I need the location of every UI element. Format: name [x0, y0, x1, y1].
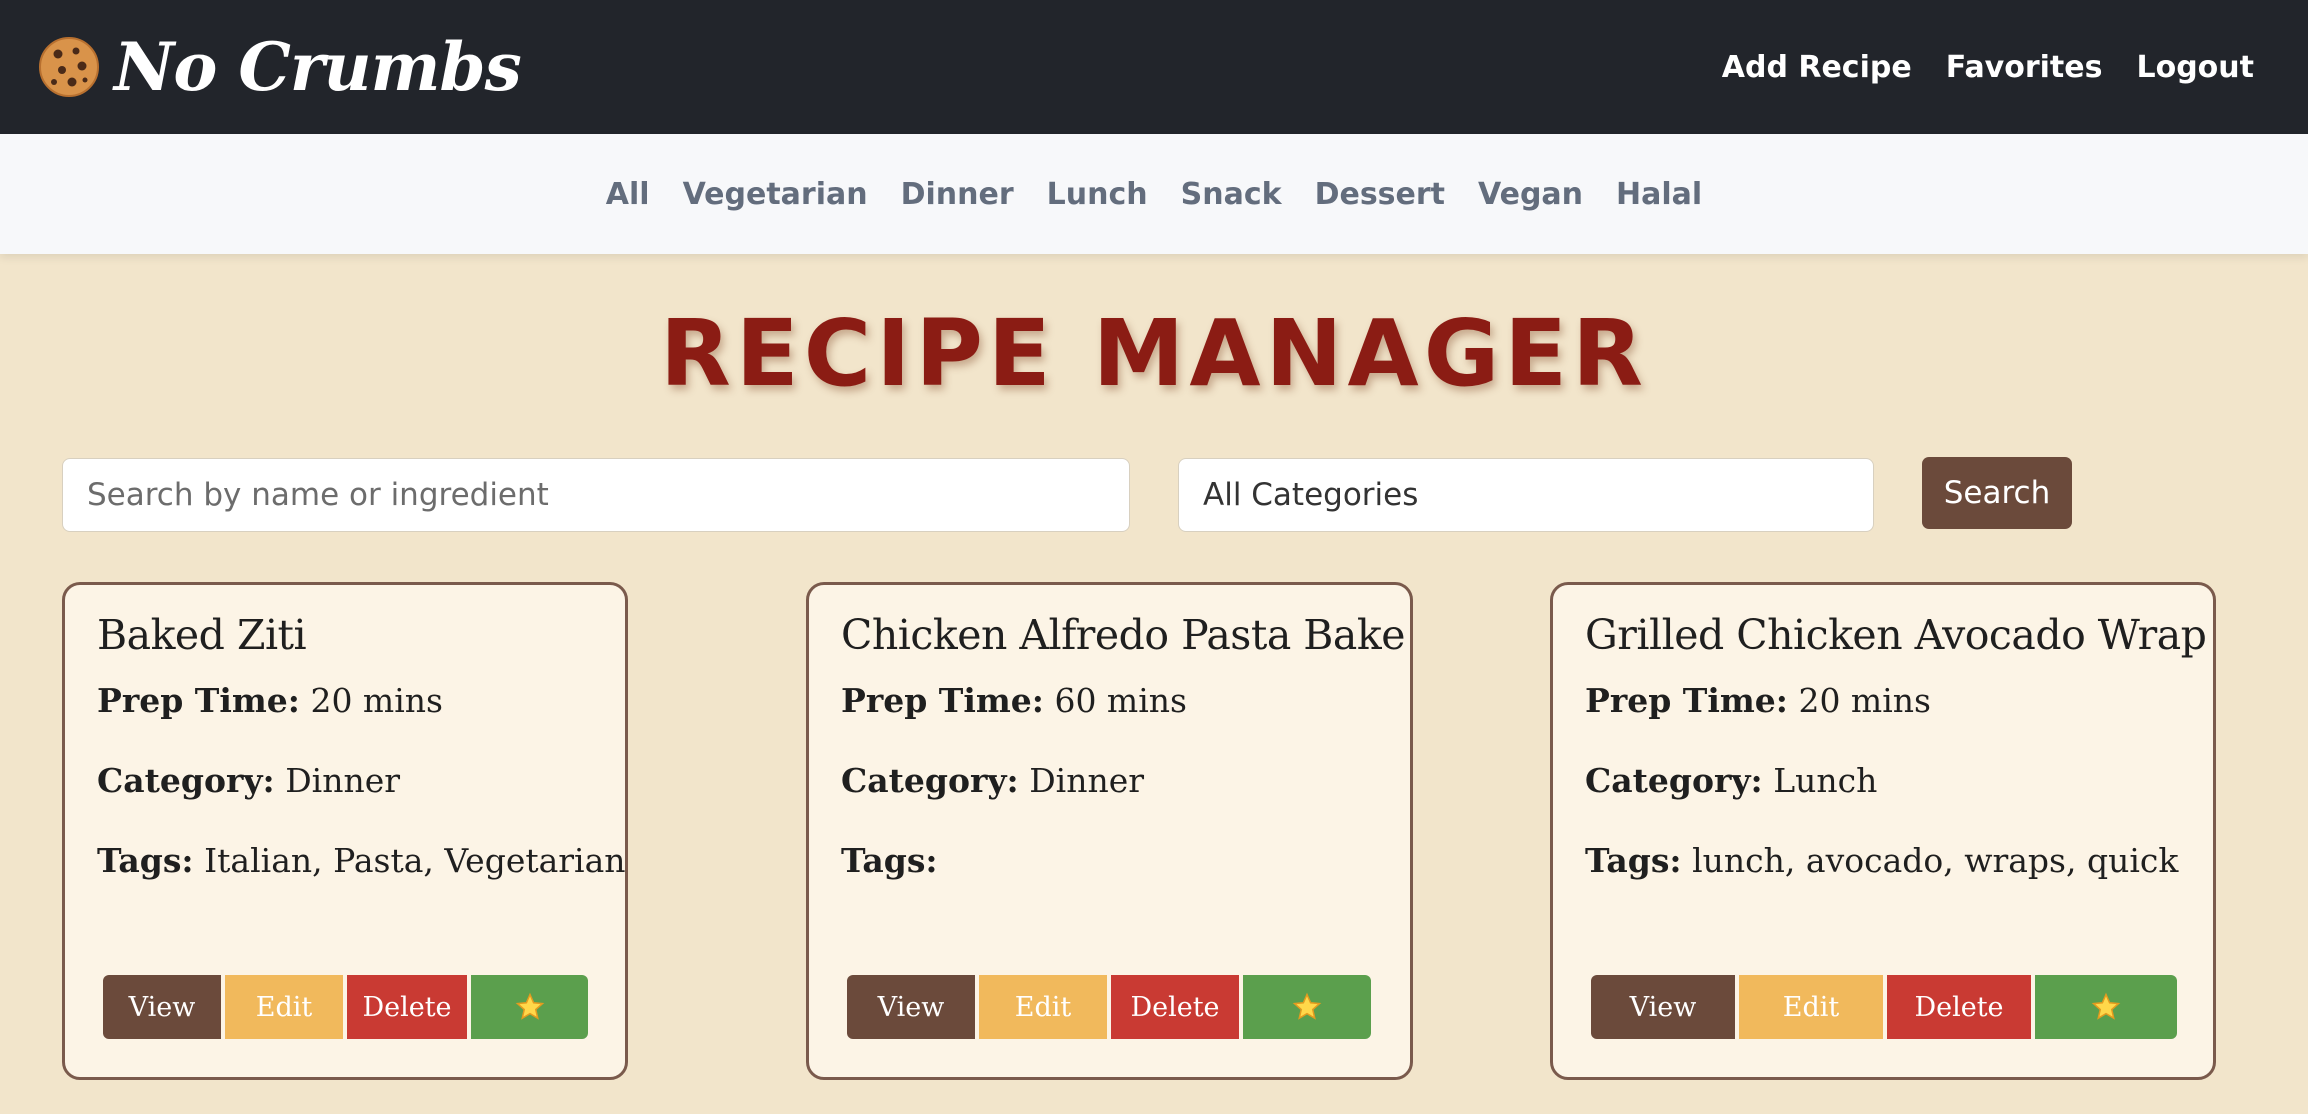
nav-favorites-link[interactable]: Favorites: [1946, 50, 2103, 85]
recipe-tags: Tags:: [841, 841, 1378, 921]
recipe-title: Chicken Alfredo Pasta Bake: [841, 611, 1405, 659]
card-actions: View Edit Delete: [103, 975, 588, 1039]
recipe-prep-time: Prep Time: 60 mins: [841, 681, 1378, 761]
recipe-tags: Tags: Italian, Pasta, Vegetarian: [97, 841, 626, 921]
tags-value: Italian, Pasta, Vegetarian: [204, 841, 626, 880]
view-button[interactable]: View: [1591, 975, 1735, 1039]
recipe-category: Category: Lunch: [1585, 761, 2181, 841]
star-icon: [515, 992, 544, 1020]
category-label: Category:: [841, 761, 1019, 800]
category-link-dessert[interactable]: Dessert: [1315, 177, 1445, 212]
tags-label: Tags:: [1585, 841, 1682, 880]
prep-time-value: 20 mins: [310, 681, 443, 720]
delete-button[interactable]: Delete: [347, 975, 467, 1039]
view-button[interactable]: View: [847, 975, 975, 1039]
nav-logout-link[interactable]: Logout: [2136, 50, 2254, 85]
recipe-category: Category: Dinner: [841, 761, 1378, 841]
category-value: Lunch: [1773, 761, 1878, 800]
category-link-snack[interactable]: Snack: [1181, 177, 1282, 212]
tags-label: Tags:: [841, 841, 938, 880]
favorite-button[interactable]: [2035, 975, 2177, 1039]
prep-time-label: Prep Time:: [97, 681, 300, 720]
edit-button[interactable]: Edit: [1739, 975, 1883, 1039]
prep-time-value: 60 mins: [1054, 681, 1187, 720]
star-icon: [1292, 992, 1322, 1020]
category-nav: All Vegetarian Dinner Lunch Snack Desser…: [0, 134, 2308, 254]
recipe-tags: Tags: lunch, avocado, wraps, quick: [1585, 841, 2181, 921]
star-icon: [2091, 992, 2121, 1020]
tags-value: lunch, avocado, wraps, quick: [1692, 841, 2179, 880]
prep-time-label: Prep Time:: [841, 681, 1044, 720]
edit-button[interactable]: Edit: [979, 975, 1107, 1039]
brand-name: No Crumbs: [114, 28, 522, 106]
page-title: RECIPE MANAGER: [660, 300, 1648, 407]
recipe-prep-time: Prep Time: 20 mins: [97, 681, 593, 761]
tags-label: Tags:: [97, 841, 194, 880]
prep-time-label: Prep Time:: [1585, 681, 1788, 720]
favorite-button[interactable]: [1243, 975, 1371, 1039]
nav-links: Add Recipe Favorites Logout: [1722, 50, 2254, 85]
favorite-button[interactable]: [471, 975, 588, 1039]
category-link-vegan[interactable]: Vegan: [1478, 177, 1583, 212]
recipe-prep-time: Prep Time: 20 mins: [1585, 681, 2181, 761]
nav-add-recipe-link[interactable]: Add Recipe: [1722, 50, 1912, 85]
card-actions: View Edit Delete: [1591, 975, 2177, 1039]
recipe-category: Category: Dinner: [97, 761, 593, 841]
category-value: Dinner: [285, 761, 401, 800]
prep-time-value: 20 mins: [1798, 681, 1931, 720]
brand[interactable]: No Crumbs: [38, 28, 522, 106]
category-link-all[interactable]: All: [606, 177, 650, 212]
recipe-title: Baked Ziti: [97, 611, 307, 659]
recipe-card: Chicken Alfredo Pasta Bake Prep Time: 60…: [806, 582, 1413, 1080]
recipe-card: Baked Ziti Prep Time: 20 mins Category: …: [62, 582, 628, 1080]
cookie-icon: [39, 37, 99, 97]
top-navbar: No Crumbs Add Recipe Favorites Logout: [0, 0, 2308, 134]
category-link-halal[interactable]: Halal: [1616, 177, 1702, 212]
edit-button[interactable]: Edit: [225, 975, 343, 1039]
category-link-lunch[interactable]: Lunch: [1047, 177, 1148, 212]
category-label: Category:: [1585, 761, 1763, 800]
category-label: Category:: [97, 761, 275, 800]
category-select[interactable]: All Categories: [1178, 458, 1874, 532]
card-actions: View Edit Delete: [847, 975, 1371, 1039]
delete-button[interactable]: Delete: [1887, 975, 2031, 1039]
view-button[interactable]: View: [103, 975, 221, 1039]
search-button[interactable]: Search: [1922, 457, 2072, 529]
delete-button[interactable]: Delete: [1111, 975, 1239, 1039]
recipe-card: Grilled Chicken Avocado Wrap Prep Time: …: [1550, 582, 2216, 1080]
search-input[interactable]: [62, 458, 1130, 532]
category-value: Dinner: [1029, 761, 1145, 800]
category-link-dinner[interactable]: Dinner: [901, 177, 1014, 212]
category-select-value: All Categories: [1203, 477, 1419, 513]
category-link-vegetarian[interactable]: Vegetarian: [683, 177, 868, 212]
recipe-title: Grilled Chicken Avocado Wrap: [1585, 611, 2207, 659]
